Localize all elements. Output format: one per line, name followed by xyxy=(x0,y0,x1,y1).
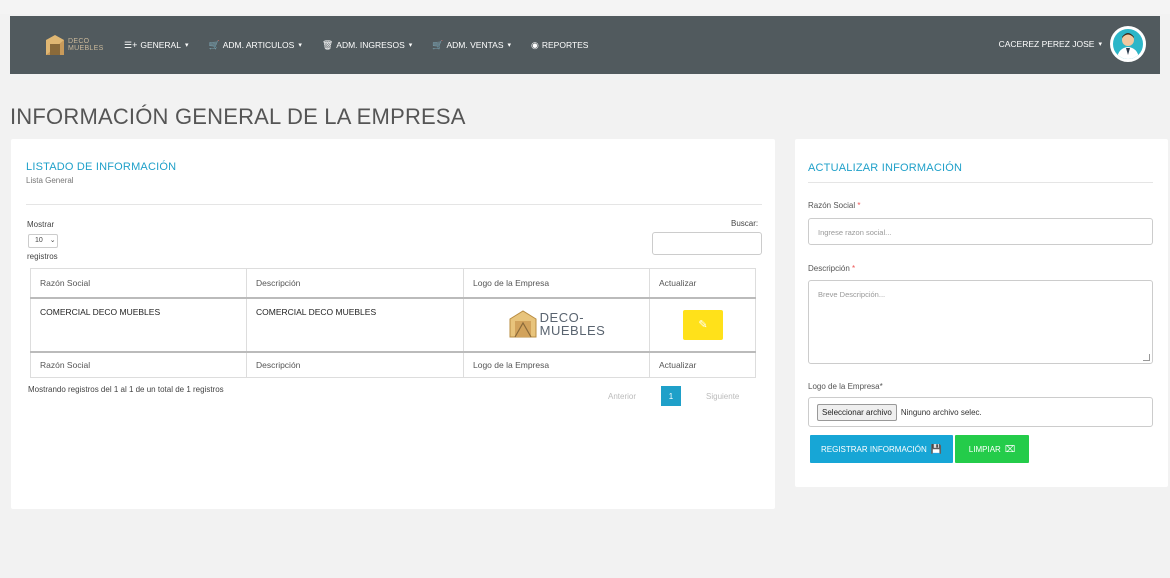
avatar[interactable] xyxy=(1110,26,1146,62)
info-table: Razón Social Descripción Logo de la Empr… xyxy=(30,268,756,378)
chevron-down-icon: ▾ xyxy=(408,42,413,49)
column-footer: Logo de la Empresa xyxy=(463,350,650,378)
page-size-value: 10 xyxy=(35,237,43,244)
nav-item-adm-ingresos[interactable]: 🗑 ADM. INGRESOS ▾ xyxy=(322,40,412,51)
user-avatar-icon xyxy=(1117,33,1139,59)
nav-item-label: ADM. ARTICULOS xyxy=(222,40,295,50)
table-row: COMERCIAL DECO MUEBLES COMERCIAL DECO MU… xyxy=(30,297,756,352)
chevron-down-icon: ▾ xyxy=(184,42,189,49)
table-header-row: Razón Social Descripción Logo de la Empr… xyxy=(30,268,756,299)
razon-social-input[interactable]: Ingrese razon social... xyxy=(808,218,1153,245)
top-navbar: DECO MUEBLES ☰+ GENERAL ▾ 🛒 ADM. ARTICUL… xyxy=(10,16,1160,74)
user-menu[interactable]: CACEREZ PEREZ JOSE ▾ xyxy=(999,26,1146,62)
cart-icon: 🛒 xyxy=(208,39,220,50)
nav-item-adm-articulos[interactable]: 🛒 ADM. ARTICULOS ▾ xyxy=(208,40,301,51)
chevron-down-icon: ▾ xyxy=(507,42,512,49)
user-name: CACEREZ PEREZ JOSE xyxy=(998,39,1095,49)
logo-file-input: Seleccionar archivo Ninguno archivo sele… xyxy=(808,397,1153,427)
nav-item-label: REPORTES xyxy=(541,40,589,50)
brand-line1: DECO xyxy=(68,38,90,45)
nav-item-adm-ventas[interactable]: 🛒 ADM. VENTAS ▾ xyxy=(432,40,511,51)
column-footer: Actualizar xyxy=(649,350,756,378)
list-title: LISTADO DE INFORMACIÓN xyxy=(26,161,177,173)
pagination-prev[interactable]: Anterior xyxy=(608,392,636,401)
clear-icon: ⌧ xyxy=(1004,443,1016,454)
cell-descripcion: COMERCIAL DECO MUEBLES xyxy=(246,297,464,352)
pagination-next[interactable]: Siguiente xyxy=(706,392,739,401)
column-header[interactable]: Logo de la Empresa xyxy=(463,268,650,299)
list-subtitle: Lista General xyxy=(26,176,74,185)
resize-handle[interactable] xyxy=(1143,354,1150,361)
brand-logo[interactable]: DECO MUEBLES xyxy=(44,30,114,60)
chevron-down-icon: ▾ xyxy=(298,42,302,49)
nav-item-label: GENERAL xyxy=(140,40,181,50)
basket-icon: 🗑 xyxy=(321,39,334,50)
company-logo: DECO- MUEBLES xyxy=(508,309,606,339)
column-footer: Razón Social xyxy=(30,350,247,378)
nav-item-label: ADM. INGRESOS xyxy=(336,40,405,50)
required-mark: * xyxy=(857,201,861,210)
save-icon: 💾 xyxy=(930,443,942,454)
nav-menu: ☰+ GENERAL ▾ 🛒 ADM. ARTICULOS ▾ 🗑 ADM. I… xyxy=(124,40,608,51)
logo-label: Logo de la Empresa* xyxy=(808,382,883,391)
cell-logo: DECO- MUEBLES xyxy=(463,297,650,352)
form-card: ACTUALIZAR INFORMACIÓN Razón Social * In… xyxy=(795,139,1168,487)
search-label: Buscar: xyxy=(731,219,759,228)
pagination-page[interactable]: 1 xyxy=(661,386,681,406)
form-title: ACTUALIZAR INFORMACIÓN xyxy=(808,162,963,174)
nav-item-label: ADM. VENTAS xyxy=(446,40,504,50)
logo-house-icon xyxy=(509,309,537,337)
clear-button-label: LIMPIAR xyxy=(968,444,1001,454)
descripcion-placeholder: Breve Descripción... xyxy=(818,290,886,299)
column-header[interactable]: Razón Social xyxy=(30,268,247,299)
eye-icon: ◉ xyxy=(531,39,539,50)
show-label: Mostrar xyxy=(27,220,55,229)
descripcion-label-text: Descripción xyxy=(808,264,850,273)
razon-social-label-text: Razón Social xyxy=(808,201,856,210)
descripcion-textarea[interactable]: Breve Descripción... xyxy=(808,280,1153,364)
file-status: Ninguno archivo selec. xyxy=(900,407,982,417)
choose-file-button[interactable]: Seleccionar archivo xyxy=(817,403,897,421)
divider xyxy=(808,182,1153,183)
page-title: INFORMACIÓN GENERAL DE LA EMPRESA xyxy=(10,104,466,129)
list-card: LISTADO DE INFORMACIÓN Lista General Mos… xyxy=(11,139,775,509)
search-input[interactable] xyxy=(652,232,762,255)
edit-icon: ✎ xyxy=(698,319,708,331)
cart-icon: 🛒 xyxy=(432,39,444,50)
column-footer: Descripción xyxy=(246,350,464,378)
register-button-label: REGISTRAR INFORMACIÓN xyxy=(821,444,927,454)
table-footer-row: Razón Social Descripción Logo de la Empr… xyxy=(30,350,756,378)
chevron-down-icon: ⌄ xyxy=(49,237,56,244)
logo-line2: MUEBLES xyxy=(539,322,606,338)
descripcion-label: Descripción * xyxy=(808,264,855,273)
divider xyxy=(26,204,762,205)
nav-item-general[interactable]: ☰+ GENERAL ▾ xyxy=(124,40,188,51)
brand-line2: MUEBLES xyxy=(68,45,104,52)
browser-top-strip xyxy=(0,0,1170,14)
cell-razon-social: COMERCIAL DECO MUEBLES xyxy=(30,297,247,352)
list-plus-icon: ☰+ xyxy=(124,39,138,50)
brand-text: DECO MUEBLES xyxy=(68,38,104,52)
cell-actualizar: ✎ xyxy=(649,297,756,352)
required-mark: * xyxy=(852,264,856,273)
razon-social-label: Razón Social * xyxy=(808,201,861,210)
edit-button[interactable]: ✎ xyxy=(683,309,723,340)
column-header[interactable]: Descripción xyxy=(246,268,464,299)
nav-item-reportes[interactable]: ◉ REPORTES xyxy=(531,40,588,51)
brand-mark-icon xyxy=(46,35,64,55)
page-size-select[interactable]: 10 ⌄ xyxy=(28,234,58,248)
chevron-down-icon: ▾ xyxy=(1098,41,1102,48)
column-header[interactable]: Actualizar xyxy=(649,268,756,299)
records-label: registros xyxy=(27,252,58,261)
list-header: LISTADO DE INFORMACIÓN Lista General xyxy=(26,161,176,185)
logo-line1: DECO- xyxy=(539,309,585,325)
table-info: Mostrando registros del 1 al 1 de un tot… xyxy=(28,385,224,394)
register-button[interactable]: REGISTRAR INFORMACIÓN 💾 xyxy=(810,435,953,463)
clear-button[interactable]: LIMPIAR ⌧ xyxy=(955,435,1029,463)
